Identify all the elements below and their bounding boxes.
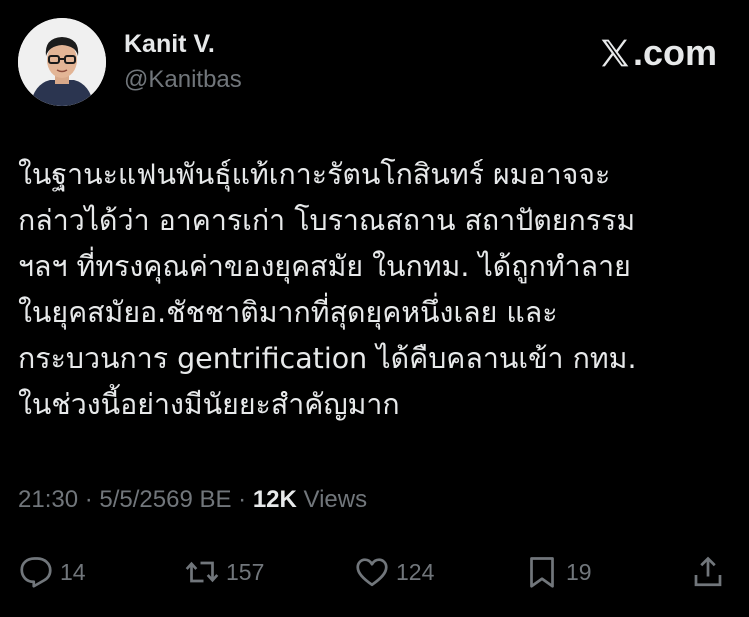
views-count: 12K [252, 486, 297, 513]
repost-count: 157 [226, 558, 265, 585]
reply-icon [20, 557, 52, 588]
bookmark-icon [530, 557, 554, 588]
brand-label: .com [632, 32, 717, 73]
action-bar: 14 157 124 19 [0, 548, 749, 596]
avatar[interactable] [18, 18, 106, 106]
tweet-line: กล่าวได้ว่า อาคารเก่า โบราณสถาน สถาปัตยก… [18, 204, 636, 237]
heart-icon [356, 558, 388, 587]
avatar-image [18, 18, 106, 106]
reply-button[interactable]: 14 [18, 554, 86, 590]
x-logo-icon [601, 39, 629, 67]
tweet-time[interactable]: 21:30 [18, 486, 78, 513]
bookmark-button[interactable]: 19 [524, 554, 592, 590]
tweet-date[interactable]: 5/5/2569 BE [99, 486, 231, 513]
like-count: 124 [396, 558, 435, 585]
repost-icon [185, 561, 219, 583]
author-name[interactable]: Kanit V. [124, 30, 215, 59]
bookmark-count: 19 [566, 558, 592, 585]
repost-button[interactable]: 157 [184, 554, 264, 590]
tweet-line: ในช่วงนี้อย่างมีนัยยะสำคัญมาก [18, 388, 400, 421]
tweet-text: ในฐานะแฟนพันธุ์แท้เกาะรัตนโกสินทร์ ผมอาจ… [18, 152, 730, 428]
tweet-meta: 21:30 · 5/5/2569 BE · 12K Views [18, 486, 367, 514]
author-handle[interactable]: @Kanitbas [124, 66, 242, 94]
tweet-line: ฯลฯ ที่ทรงคุณค่าของยุคสมัย ในกทม. ได้ถูก… [18, 250, 631, 283]
like-button[interactable]: 124 [354, 554, 434, 590]
share-button[interactable] [690, 554, 732, 590]
share-icon [694, 556, 722, 587]
views-label: Views [296, 486, 368, 513]
meta-separator: · [78, 486, 100, 513]
reply-count: 14 [60, 558, 86, 585]
tweet-line: กระบวนการ gentrification ได้คืบคลานเข้า … [18, 342, 637, 375]
brand-watermark: .com [599, 32, 717, 74]
tweet-line: ในยุคสมัยอ.ชัชชาติมากที่สุดยุคหนึ่งเลย แ… [18, 296, 558, 329]
meta-separator: · [231, 486, 253, 513]
tweet-line: ในฐานะแฟนพันธุ์แท้เกาะรัตนโกสินทร์ ผมอาจ… [18, 158, 611, 191]
